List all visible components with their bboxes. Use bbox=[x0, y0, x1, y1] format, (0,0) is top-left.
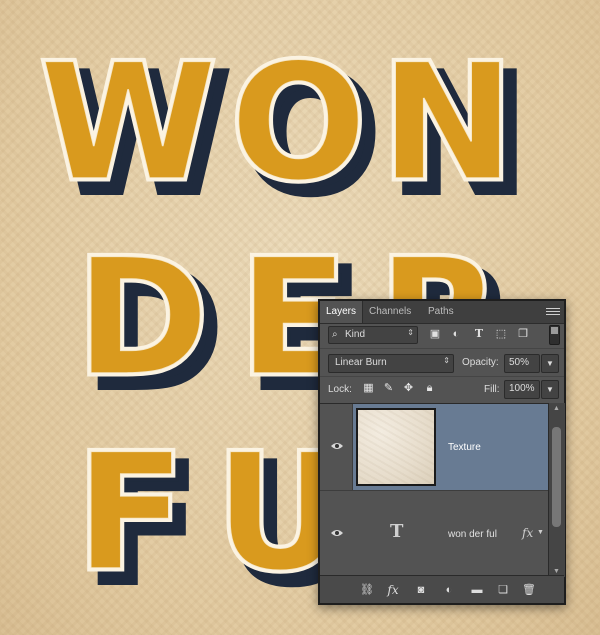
shape-filter-icon[interactable]: ⬚ bbox=[494, 327, 508, 341]
layers-list: Texture T won der ful fx ▼ bbox=[320, 403, 548, 578]
fill-dropdown-button[interactable]: ▼ bbox=[541, 380, 559, 399]
adjustment-filter-icon[interactable]: ◐ bbox=[449, 327, 463, 341]
layer-thumbnail bbox=[356, 408, 436, 486]
opacity-field[interactable]: 50% bbox=[504, 354, 540, 373]
scroll-up-icon[interactable]: ▲ bbox=[553, 405, 560, 412]
fill-field[interactable]: 100% bbox=[504, 380, 540, 399]
opacity-value: 50% bbox=[509, 357, 530, 368]
text-layer-icon: T bbox=[390, 521, 404, 542]
line-1-inline: WON bbox=[40, 29, 528, 216]
lock-label: Lock: bbox=[328, 384, 352, 395]
updown-arrows-icon: ⇕ bbox=[443, 356, 450, 365]
blend-row: Linear Burn ⇕ Opacity: 50% ▼ bbox=[320, 348, 564, 377]
updown-arrows-icon: ⇕ bbox=[407, 328, 414, 337]
fx-icon[interactable]: fx bbox=[386, 583, 400, 597]
filter-kind-label: Kind bbox=[345, 329, 366, 340]
panel-menu-icon[interactable] bbox=[546, 306, 560, 316]
lock-transparency-icon[interactable]: ▦ bbox=[362, 382, 375, 395]
filter-toggle[interactable] bbox=[549, 325, 560, 345]
layers-scrollbar[interactable]: ▲ ▼ bbox=[548, 403, 565, 577]
pixel-filter-icon[interactable]: ▣ bbox=[428, 327, 442, 341]
folder-icon[interactable]: ▬ bbox=[470, 583, 484, 597]
expand-effects-arrow-icon[interactable]: ▼ bbox=[537, 529, 544, 536]
adjustment-icon[interactable]: ◐ bbox=[442, 583, 456, 597]
lock-position-move-icon[interactable]: ✥ bbox=[402, 382, 415, 395]
tab-layers[interactable]: Layers bbox=[320, 301, 363, 323]
scroll-down-icon[interactable]: ▼ bbox=[553, 568, 560, 575]
tab-paths[interactable]: Paths bbox=[422, 301, 460, 323]
layer-name[interactable]: won der ful bbox=[448, 529, 497, 540]
fill-label: Fill: bbox=[484, 384, 500, 395]
blend-mode-value: Linear Burn bbox=[335, 357, 387, 368]
layer-row-text[interactable]: T won der ful fx ▼ bbox=[320, 491, 548, 578]
lock-row: Lock: ▦ ✎ ✥ 🔒︎ Fill: 100% ▼ bbox=[320, 376, 564, 403]
smart-object-filter-icon[interactable]: ❐ bbox=[516, 327, 530, 341]
layer-name[interactable]: Texture bbox=[448, 442, 481, 453]
new-layer-icon[interactable]: ❏ bbox=[496, 583, 510, 597]
mask-icon[interactable]: ◙ bbox=[414, 583, 428, 597]
panel-tab-bar: Layers Channels Paths bbox=[320, 301, 564, 324]
type-filter-icon[interactable]: T bbox=[472, 327, 486, 341]
filter-kind-select[interactable]: ⌕ Kind ⇕ bbox=[328, 326, 418, 344]
lock-image-brush-icon[interactable]: ✎ bbox=[382, 382, 395, 395]
fx-icon[interactable]: fx bbox=[522, 526, 533, 540]
trash-icon[interactable]: 🗑︎ bbox=[522, 583, 536, 597]
opacity-dropdown-button[interactable]: ▼ bbox=[541, 354, 559, 373]
eye-icon[interactable] bbox=[330, 440, 344, 452]
link-icon[interactable]: ⛓︎ bbox=[360, 583, 374, 597]
blend-mode-select[interactable]: Linear Burn ⇕ bbox=[328, 354, 454, 373]
search-icon: ⌕ bbox=[332, 329, 338, 340]
tab-channels[interactable]: Channels bbox=[363, 301, 417, 323]
layer-row-texture[interactable]: Texture bbox=[320, 404, 548, 491]
fill-value: 100% bbox=[509, 383, 535, 394]
eye-icon[interactable] bbox=[330, 527, 344, 539]
panel-footer: ⛓︎ fx ◙ ◐ ▬ ❏ 🗑︎ bbox=[320, 575, 564, 603]
layers-panel: Layers Channels Paths ⌕ Kind ⇕ ▣ ◐ T ⬚ ❐… bbox=[318, 299, 566, 605]
lock-all-padlock-icon[interactable]: 🔒︎ bbox=[423, 382, 436, 395]
scroll-thumb[interactable] bbox=[552, 427, 561, 527]
filter-row: ⌕ Kind ⇕ ▣ ◐ T ⬚ ❐ bbox=[320, 323, 564, 348]
opacity-label: Opacity: bbox=[462, 357, 499, 368]
